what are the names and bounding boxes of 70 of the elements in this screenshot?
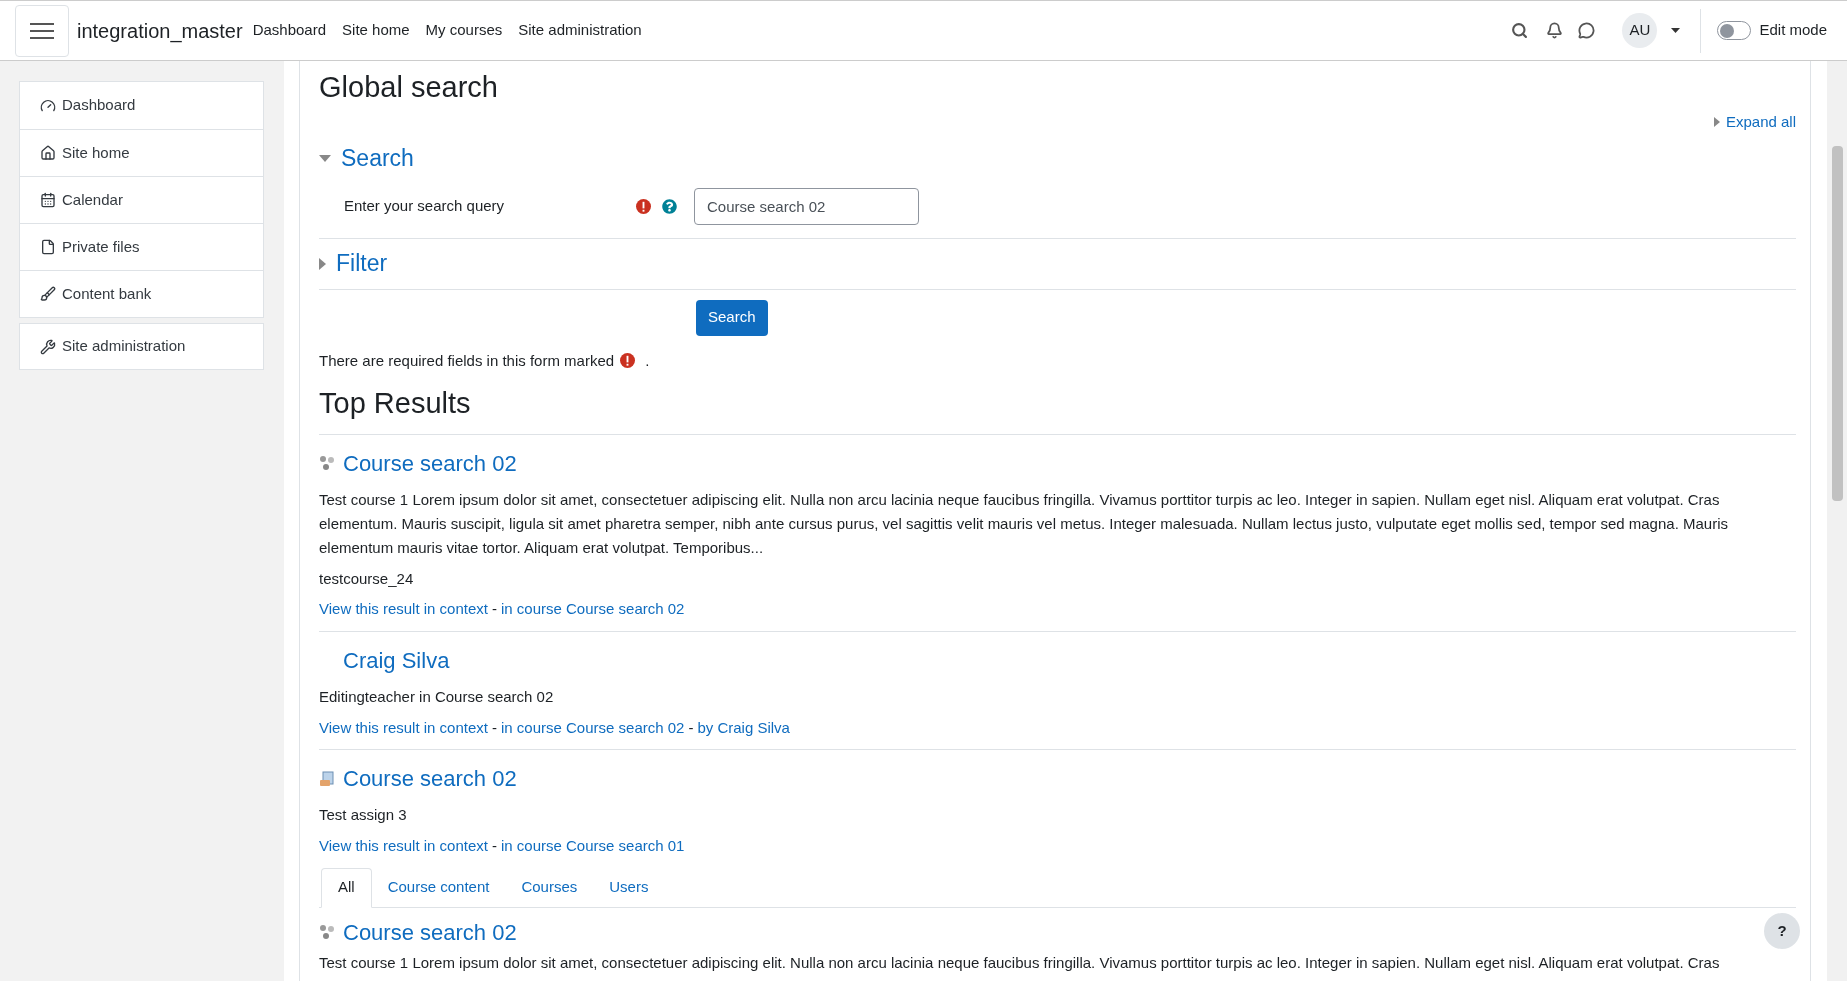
nav-link[interactable]: Dashboard bbox=[252, 19, 327, 42]
caret-icon[interactable] bbox=[1671, 28, 1681, 33]
sidebar-item[interactable]: Dashboard bbox=[20, 82, 263, 129]
result-title-link[interactable]: Course search 02 bbox=[343, 762, 517, 795]
separator-text: - bbox=[492, 836, 497, 856]
caret-down-icon bbox=[319, 155, 331, 162]
user-avatar[interactable]: AU bbox=[1622, 13, 1658, 48]
result-link[interactable]: View this result in context bbox=[319, 598, 488, 621]
results-tab[interactable]: Users bbox=[593, 867, 665, 908]
nav-link[interactable]: My courses bbox=[425, 19, 503, 42]
separator-text: - bbox=[492, 599, 497, 619]
result-title-link[interactable]: Course search 02 bbox=[343, 446, 517, 480]
required-note: There are required fields in this form marked bbox=[319, 350, 615, 371]
menu-icon bbox=[30, 21, 54, 40]
result-shortname: testcourse_24 bbox=[319, 568, 415, 589]
result-link[interactable]: in course Course search 01 bbox=[501, 835, 685, 858]
help-button[interactable]: ? bbox=[1764, 913, 1800, 949]
sidebar-item[interactable]: Content bank bbox=[20, 270, 263, 317]
result-link[interactable]: in course Course search 02 bbox=[501, 716, 685, 739]
page-title: Global search bbox=[319, 70, 499, 105]
course-icon bbox=[319, 924, 335, 940]
sidebar-item[interactable]: Calendar bbox=[20, 176, 263, 223]
file-icon bbox=[40, 239, 56, 255]
caret-right-icon bbox=[319, 257, 326, 270]
separator-text: - bbox=[688, 717, 694, 738]
search-button[interactable]: Search bbox=[696, 299, 768, 336]
results-tab[interactable]: Courses bbox=[505, 867, 594, 908]
result-title-link[interactable]: Course search 02 bbox=[343, 915, 517, 949]
wrench-icon bbox=[40, 338, 56, 355]
required-icon bbox=[620, 353, 636, 369]
brush-icon bbox=[40, 286, 56, 302]
result-link[interactable]: View this result in context bbox=[319, 835, 488, 858]
search-query-input[interactable]: Course search 02 bbox=[694, 188, 919, 225]
result-link[interactable]: by Craig Silva bbox=[697, 716, 790, 739]
site-name: integration_master bbox=[77, 18, 243, 45]
section-toggle[interactable]: Filter bbox=[319, 238, 1796, 289]
house-icon bbox=[40, 145, 56, 161]
help-icon[interactable] bbox=[662, 199, 677, 214]
edit-mode-label: Edit mode bbox=[1759, 20, 1827, 41]
required-icon bbox=[636, 199, 651, 214]
nav-link[interactable]: Site administration bbox=[518, 19, 642, 42]
nav-link[interactable]: Site home bbox=[342, 19, 410, 42]
dashboard-icon bbox=[40, 97, 56, 114]
result-link[interactable]: View this result in context bbox=[319, 716, 488, 739]
result-link[interactable]: in course Course search 02 bbox=[501, 598, 685, 621]
result-description: Test course 1 Lorem ipsum dolor sit amet, consectetuer adipiscing elit. Nulla non arcu lacinia neque faucibus fringilla. Vivamus porttitor turpis ac leo. Integer in sapien. Nullam eget nisl. Aliquam erat volutpat. Cras elementum. Mauris suscipit, ligula sit amet pharetra semper, nibh ante cursus purus, vel sagittis velit mauris vel metus. Integer malesuada. Nullam lectus justo, vulputate eget mollis sed, tempor sed magna. Mauris elementum mauris vitae tortor. Aliquam erat volutpat. Temporibus... bbox=[319, 489, 1729, 558]
results-tab[interactable]: Course content bbox=[371, 867, 506, 908]
required-note-end: . bbox=[645, 350, 650, 371]
edit-mode-toggle[interactable] bbox=[1717, 21, 1752, 40]
menu-button[interactable] bbox=[15, 4, 69, 57]
sidebar-item[interactable]: Site home bbox=[20, 129, 263, 176]
section-toggle[interactable]: Search bbox=[319, 133, 1796, 184]
result-description: Test assign 3 bbox=[319, 805, 408, 825]
course-icon bbox=[319, 455, 335, 471]
results-tab[interactable]: All bbox=[321, 867, 372, 908]
separator-text: - bbox=[492, 717, 497, 738]
expand-all-link[interactable]: Expand all bbox=[1713, 111, 1796, 134]
field-label: Enter your search query bbox=[344, 196, 506, 217]
result-description: Test course 1 Lorem ipsum dolor sit amet, consectetuer adipiscing elit. Nulla non arcu lacinia neque faucibus fringilla. Vivamus porttitor turpis ac leo. Integer in sapien. Nullam eget nisl. Aliquam erat volutpat. Cras bbox=[319, 952, 1721, 973]
sidebar-item[interactable]: Site administration bbox=[19, 323, 264, 370]
section-heading: Top Results bbox=[319, 382, 1796, 435]
search-icon[interactable] bbox=[1511, 22, 1529, 39]
caret-right-icon bbox=[1713, 117, 1720, 128]
calendar-icon bbox=[40, 192, 56, 208]
messages-icon[interactable] bbox=[1578, 22, 1596, 39]
notifications-icon[interactable] bbox=[1546, 22, 1564, 39]
result-description: Editingteacher in Course search 02 bbox=[319, 686, 555, 707]
result-title-link[interactable]: Craig Silva bbox=[343, 643, 450, 677]
document-icon bbox=[319, 770, 335, 787]
sidebar-item[interactable]: Private files bbox=[20, 223, 263, 270]
